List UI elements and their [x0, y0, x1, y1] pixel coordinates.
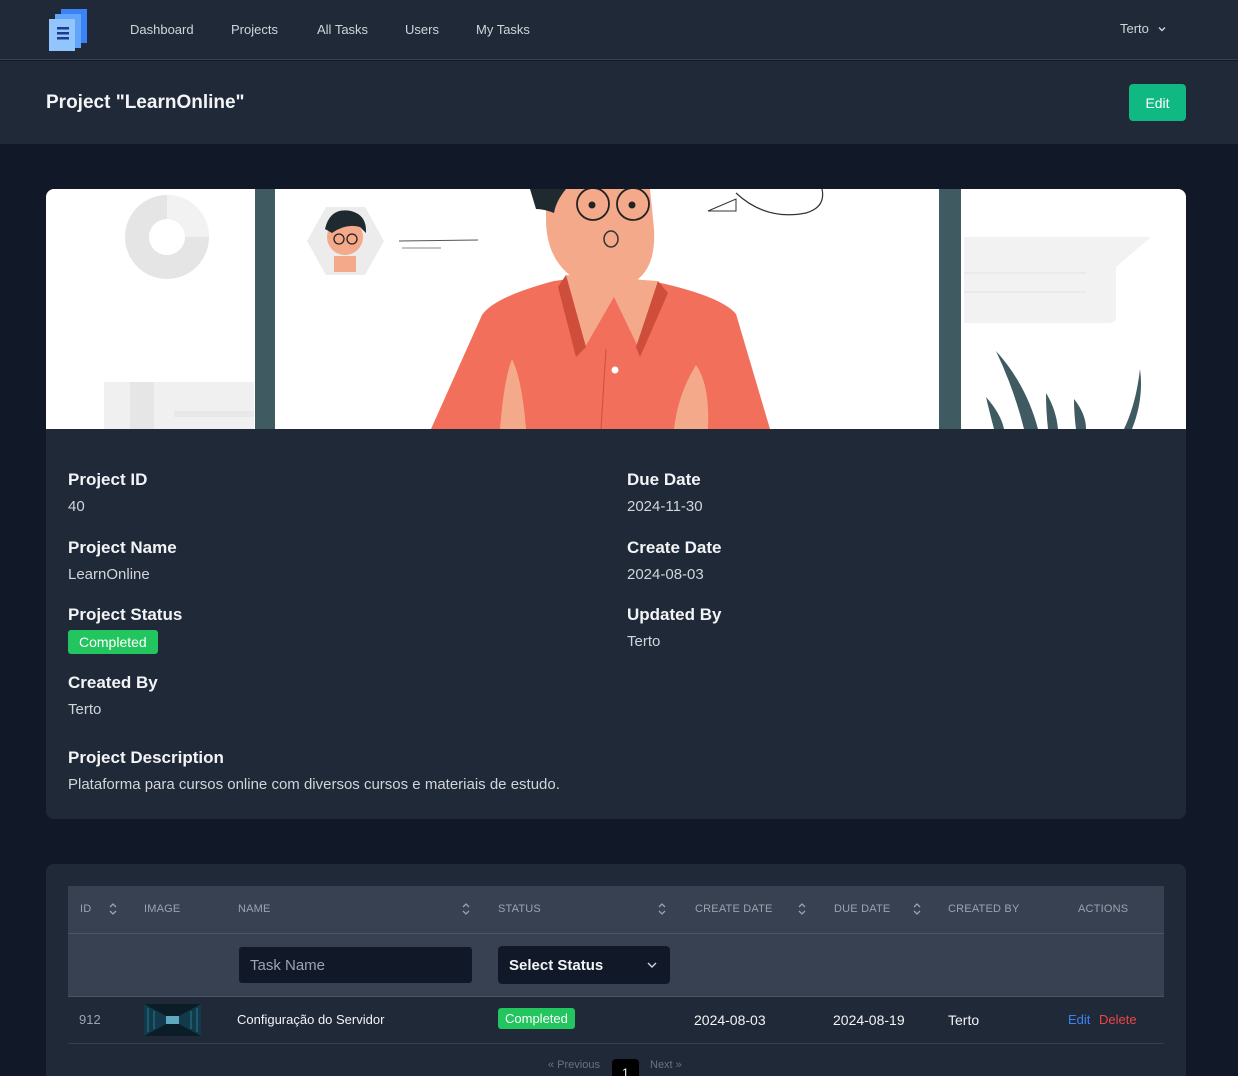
column-header-status[interactable]: STATUS: [498, 903, 541, 915]
project-name-value: LearnOnline: [68, 566, 150, 583]
pagination-next[interactable]: Next »: [650, 1059, 682, 1071]
filter-row: Select Status: [68, 934, 1164, 997]
project-id-value: 40: [68, 498, 85, 515]
nav-my-tasks[interactable]: My Tasks: [476, 22, 530, 37]
sort-icon[interactable]: [461, 901, 471, 917]
sort-icon[interactable]: [912, 901, 922, 917]
page-title: Project "LearnOnline": [46, 92, 245, 113]
page-header: Project "LearnOnline" Edit: [0, 61, 1238, 144]
sort-icon[interactable]: [797, 901, 807, 917]
user-menu[interactable]: Terto: [1120, 21, 1167, 36]
nav-projects[interactable]: Projects: [231, 22, 278, 37]
updated-by-value: Terto: [627, 633, 661, 650]
sort-icon[interactable]: [108, 901, 118, 917]
edit-project-button[interactable]: Edit: [1129, 84, 1186, 121]
due-date-value: 2024-11-30: [627, 498, 703, 515]
chevron-down-icon: [647, 962, 657, 968]
document-stack-icon[interactable]: [47, 9, 87, 51]
column-header-due-date[interactable]: DUE DATE: [834, 903, 890, 915]
project-description-value: Plataforma para cursos online com divers…: [68, 776, 560, 793]
tasks-table-card: ID IMAGE NAME STATUS CREATE DATE DUE DAT…: [46, 864, 1186, 1076]
table-header: ID IMAGE NAME STATUS CREATE DATE DUE DAT…: [68, 886, 1164, 934]
status-select[interactable]: Select Status: [498, 946, 670, 984]
created-by-label: Created By: [68, 673, 158, 692]
task-name[interactable]: Configuração do Servidor: [237, 1012, 384, 1027]
sort-icon[interactable]: [657, 901, 667, 917]
task-image-thumbnail: [144, 1004, 201, 1036]
pagination-previous[interactable]: « Previous: [548, 1059, 600, 1071]
column-header-actions: ACTIONS: [1078, 903, 1129, 915]
delete-task-link[interactable]: Delete: [1099, 1012, 1137, 1027]
user-name: Terto: [1120, 21, 1149, 36]
column-header-id[interactable]: ID: [80, 903, 91, 915]
task-create-date: 2024-08-03: [694, 1012, 766, 1028]
created-by-value: Terto: [68, 701, 102, 718]
project-id-label: Project ID: [68, 470, 148, 489]
column-header-image: IMAGE: [144, 903, 181, 915]
edit-task-link[interactable]: Edit: [1068, 1012, 1090, 1027]
task-name-search-input[interactable]: [238, 946, 473, 984]
project-detail-card: Project ID 40 Project Name LearnOnline P…: [46, 189, 1186, 819]
nav-users[interactable]: Users: [405, 22, 439, 37]
project-name-label: Project Name: [68, 538, 177, 557]
nav-dashboard[interactable]: Dashboard: [130, 22, 194, 37]
project-description-label: Project Description: [68, 748, 224, 767]
task-id: 912: [79, 1012, 101, 1027]
project-cover-illustration: [46, 189, 1186, 429]
create-date-label: Create Date: [627, 538, 722, 557]
task-status-badge: Completed: [498, 1008, 575, 1029]
updated-by-label: Updated By: [627, 605, 722, 624]
project-status-label: Project Status: [68, 605, 183, 624]
project-status-badge: Completed: [68, 630, 158, 654]
pagination-page-1[interactable]: 1: [612, 1059, 639, 1076]
column-header-name[interactable]: NAME: [238, 903, 271, 915]
status-select-label: Select Status: [509, 956, 604, 974]
due-date-label: Due Date: [627, 470, 701, 489]
nav-all-tasks[interactable]: All Tasks: [317, 22, 368, 37]
task-created-by: Terto: [948, 1012, 980, 1028]
task-due-date: 2024-08-19: [833, 1012, 905, 1028]
column-header-create-date[interactable]: CREATE DATE: [695, 903, 773, 915]
top-navbar: Dashboard Projects All Tasks Users My Ta…: [0, 0, 1238, 60]
chevron-down-icon: [1158, 26, 1166, 31]
create-date-value: 2024-08-03: [627, 566, 704, 583]
column-header-created-by: CREATED BY: [948, 903, 1020, 915]
table-row[interactable]: 912 Configuração do Servidor Completed 2…: [68, 997, 1164, 1044]
